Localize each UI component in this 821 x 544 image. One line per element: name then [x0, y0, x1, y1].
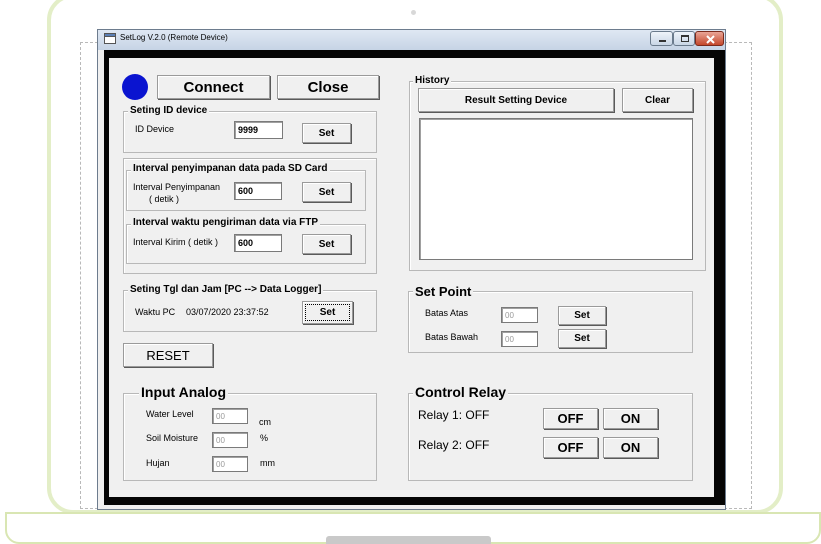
rain-unit: mm: [260, 458, 275, 468]
water-level-label: Water Level: [146, 409, 194, 419]
maximize-icon: [681, 35, 689, 42]
relay-1-status: Relay 1: OFF: [418, 408, 490, 422]
interval-sd-label: Interval Penyimpanan: [133, 182, 221, 192]
datetime-label: Waktu PC: [135, 307, 176, 317]
connection-status-indicator: [122, 74, 148, 100]
webcam-icon: [411, 10, 416, 15]
control-relay-group-title: Control Relay: [413, 384, 509, 400]
close-icon: [706, 35, 715, 44]
maximize-button[interactable]: [673, 31, 695, 46]
id-device-set-button[interactable]: Set: [302, 123, 351, 143]
lower-limit-label: Batas Bawah: [425, 332, 479, 342]
minimize-icon: [659, 40, 666, 42]
window-title: SetLog V.2.0 (Remote Device): [120, 33, 228, 42]
interval-ftp-label: Interval Kirim ( detik ): [133, 237, 219, 247]
history-log-textarea[interactable]: [419, 118, 693, 260]
interval-sd-group-title: Interval penyimpanan data pada SD Card: [131, 163, 330, 174]
window-close-button[interactable]: [695, 31, 724, 46]
interval-sd-set-button[interactable]: Set: [302, 182, 351, 202]
history-group-title: History: [413, 75, 452, 86]
datetime-group-title: Seting Tgl dan Jam [PC --> Data Logger]: [128, 284, 324, 295]
soil-moisture-unit: %: [260, 433, 269, 443]
relay-1-off-button[interactable]: OFF: [543, 408, 598, 429]
clear-button[interactable]: Clear: [622, 88, 693, 112]
upper-limit-set-button[interactable]: Set: [558, 306, 606, 325]
set-point-group-title: Set Point: [413, 284, 474, 299]
interval-sd-input[interactable]: 600: [234, 182, 282, 200]
interval-ftp-group-title: Interval waktu pengiriman data via FTP: [131, 217, 321, 228]
reset-button[interactable]: RESET: [123, 343, 213, 367]
id-device-group-title: Seting ID device: [128, 105, 210, 116]
upper-limit-label: Batas Atas: [425, 308, 469, 318]
datetime-set-button[interactable]: Set: [302, 301, 353, 324]
lower-limit-set-button[interactable]: Set: [558, 329, 606, 348]
interval-sd-unit-label: ( detik ): [149, 194, 180, 204]
close-button[interactable]: Close: [277, 75, 379, 99]
interval-ftp-set-button[interactable]: Set: [302, 234, 351, 254]
water-level-unit: cm: [259, 417, 271, 427]
relay-2-status: Relay 2: OFF: [418, 438, 490, 452]
input-analog-group-title: Input Analog: [139, 384, 229, 400]
relay-2-off-button[interactable]: OFF: [543, 437, 598, 458]
relay-1-on-button[interactable]: ON: [603, 408, 658, 429]
connect-button[interactable]: Connect: [157, 75, 270, 99]
laptop-notch: [326, 536, 491, 544]
id-device-input[interactable]: 9999: [234, 121, 283, 139]
set-point-group: [408, 291, 693, 353]
rain-label: Hujan: [146, 458, 170, 468]
lower-limit-input[interactable]: 00: [501, 331, 538, 347]
app-icon: [104, 33, 116, 44]
rain-input[interactable]: 00: [212, 456, 248, 472]
interval-ftp-input[interactable]: 600: [234, 234, 282, 252]
soil-moisture-label: Soil Moisture: [146, 433, 199, 443]
upper-limit-input[interactable]: 00: [501, 307, 538, 323]
id-device-label: ID Device: [135, 124, 175, 134]
water-level-input[interactable]: 00: [212, 408, 248, 424]
soil-moisture-input[interactable]: 00: [212, 432, 248, 448]
datetime-value: 03/07/2020 23:37:52: [186, 307, 269, 317]
minimize-button[interactable]: [650, 31, 673, 46]
result-setting-device-button[interactable]: Result Setting Device: [418, 88, 614, 112]
relay-2-on-button[interactable]: ON: [603, 437, 658, 458]
